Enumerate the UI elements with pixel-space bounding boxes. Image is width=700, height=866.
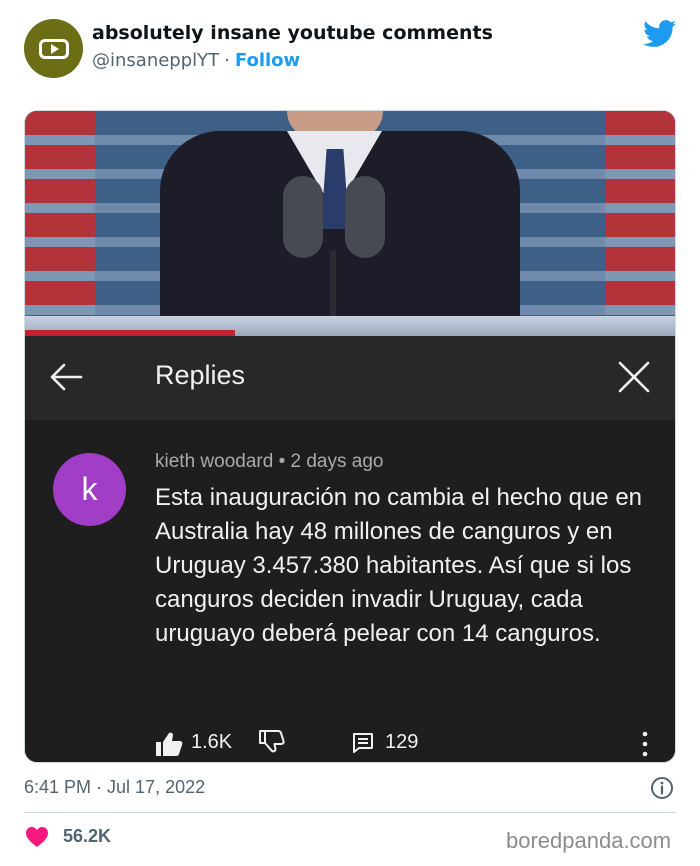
follow-button[interactable]: Follow — [235, 50, 300, 71]
account-handle-row: @insanepplYT · Follow — [92, 50, 300, 71]
thumbs-up-icon[interactable] — [155, 731, 183, 757]
account-avatar[interactable] — [24, 19, 83, 78]
arrow-left-icon[interactable] — [49, 362, 83, 392]
comment-meta: kieth woodard • 2 days ago — [155, 451, 383, 473]
microphone-right — [345, 176, 385, 258]
youtube-tv-icon — [38, 38, 69, 59]
tweet-timestamp[interactable]: 6:41 PM · Jul 17, 2022 — [24, 777, 205, 798]
display-name[interactable]: absolutely insane youtube comments — [92, 22, 493, 44]
tweet-media[interactable]: Replies k kieth woodard • 2 days ago Est… — [24, 110, 676, 763]
comment-author[interactable]: kieth woodard — [155, 451, 273, 472]
replies-header-bar: Replies — [25, 336, 675, 420]
inauguration-photo — [25, 111, 675, 336]
info-icon[interactable] — [650, 776, 674, 800]
replies-title: Replies — [155, 360, 246, 390]
comment-age: 2 days ago — [290, 451, 384, 472]
like-count: 1.6K — [191, 731, 233, 753]
account-handle[interactable]: @insanepplYT — [92, 50, 219, 71]
twitter-bird-icon[interactable] — [643, 20, 677, 48]
thumbs-down-icon[interactable] — [258, 729, 286, 755]
comment-text: Esta inauguración no cambia el hecho que… — [155, 484, 643, 647]
heart-icon[interactable] — [25, 826, 49, 848]
more-vertical-icon[interactable] — [639, 731, 651, 757]
footer-divider — [24, 812, 676, 813]
youtube-replies-panel: Replies k kieth woodard • 2 days ago Est… — [25, 336, 675, 762]
like-total[interactable]: 56.2K — [63, 826, 111, 847]
reply-count: 129 — [385, 731, 419, 753]
boredpanda-watermark: boredpanda.com — [506, 828, 672, 853]
reply-comment-icon[interactable] — [351, 731, 375, 755]
close-icon[interactable] — [617, 360, 651, 394]
meta-separator: • — [278, 451, 286, 472]
microphone-left — [283, 176, 323, 258]
handle-separator: · — [224, 50, 230, 71]
commenter-avatar[interactable]: k — [53, 453, 126, 526]
